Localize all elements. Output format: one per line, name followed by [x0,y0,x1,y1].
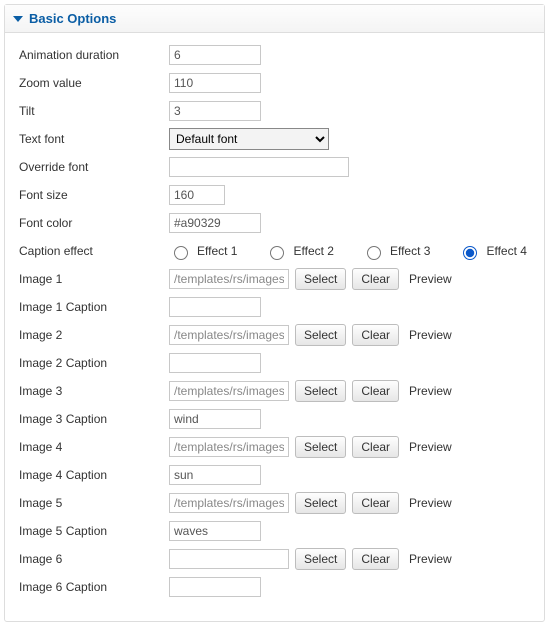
image6-input[interactable] [169,549,289,569]
caption-effect-radio-3-label: Effect 3 [390,244,430,258]
caption-effect-radio-1-label: Effect 1 [197,244,237,258]
image3-caption-label: Image 3 Caption [19,412,169,426]
image5-clear-button[interactable]: Clear [352,492,399,514]
panel-title: Basic Options [29,11,116,26]
zoom-value-input[interactable] [169,73,261,93]
image2-caption-input[interactable] [169,353,261,373]
override-font-input[interactable] [169,157,349,177]
image5-input[interactable] [169,493,289,513]
animation-duration-label: Animation duration [19,48,169,62]
animation-duration-input[interactable] [169,45,261,65]
image6-caption-label: Image 6 Caption [19,580,169,594]
image4-caption-label: Image 4 Caption [19,468,169,482]
font-color-input[interactable] [169,213,261,233]
panel-header[interactable]: Basic Options [5,5,544,33]
image5-caption-input[interactable] [169,521,261,541]
caption-effect-radio-4[interactable] [463,246,477,260]
image1-caption-input[interactable] [169,297,261,317]
basic-options-panel: Basic Options Animation duration Zoom va… [4,4,545,622]
image5-caption-label: Image 5 Caption [19,524,169,538]
image3-label: Image 3 [19,384,169,398]
tilt-label: Tilt [19,104,169,118]
caption-effect-option-3[interactable]: Effect 3 [362,243,430,260]
image6-caption-input[interactable] [169,577,261,597]
image5-label: Image 5 [19,496,169,510]
image2-select-button[interactable]: Select [295,324,346,346]
text-font-select[interactable]: Default font [169,128,329,150]
image3-preview-link[interactable]: Preview [409,384,452,398]
image1-caption-label: Image 1 Caption [19,300,169,314]
image1-input[interactable] [169,269,289,289]
image5-preview-link[interactable]: Preview [409,496,452,510]
image2-label: Image 2 [19,328,169,342]
image4-label: Image 4 [19,440,169,454]
font-color-label: Font color [19,216,169,230]
zoom-value-label: Zoom value [19,76,169,90]
image2-caption-label: Image 2 Caption [19,356,169,370]
image3-clear-button[interactable]: Clear [352,380,399,402]
caption-effect-radio-1[interactable] [174,246,188,260]
image2-clear-button[interactable]: Clear [352,324,399,346]
collapse-icon [13,16,23,22]
caption-effect-radio-4-label: Effect 4 [486,244,526,258]
caption-effect-radio-2[interactable] [270,246,284,260]
font-size-label: Font size [19,188,169,202]
panel-body: Animation duration Zoom value Tilt Text … [5,33,544,621]
font-size-input[interactable] [169,185,225,205]
image2-input[interactable] [169,325,289,345]
image3-caption-input[interactable] [169,409,261,429]
caption-effect-option-4[interactable]: Effect 4 [458,243,526,260]
text-font-label: Text font [19,132,169,146]
caption-effect-option-2[interactable]: Effect 2 [265,243,333,260]
override-font-label: Override font [19,160,169,174]
image3-input[interactable] [169,381,289,401]
image4-preview-link[interactable]: Preview [409,440,452,454]
image6-preview-link[interactable]: Preview [409,552,452,566]
image4-input[interactable] [169,437,289,457]
image3-select-button[interactable]: Select [295,380,346,402]
caption-effect-option-1[interactable]: Effect 1 [169,243,237,260]
image6-label: Image 6 [19,552,169,566]
image1-clear-button[interactable]: Clear [352,268,399,290]
tilt-input[interactable] [169,101,261,121]
image6-select-button[interactable]: Select [295,548,346,570]
image4-select-button[interactable]: Select [295,436,346,458]
image1-select-button[interactable]: Select [295,268,346,290]
caption-effect-group: Effect 1 Effect 2 Effect 3 Effect 4 [169,243,527,260]
image2-preview-link[interactable]: Preview [409,328,452,342]
image4-caption-input[interactable] [169,465,261,485]
caption-effect-label: Caption effect [19,244,169,258]
image6-clear-button[interactable]: Clear [352,548,399,570]
caption-effect-radio-2-label: Effect 2 [293,244,333,258]
image1-label: Image 1 [19,272,169,286]
caption-effect-radio-3[interactable] [367,246,381,260]
image5-select-button[interactable]: Select [295,492,346,514]
image4-clear-button[interactable]: Clear [352,436,399,458]
image1-preview-link[interactable]: Preview [409,272,452,286]
